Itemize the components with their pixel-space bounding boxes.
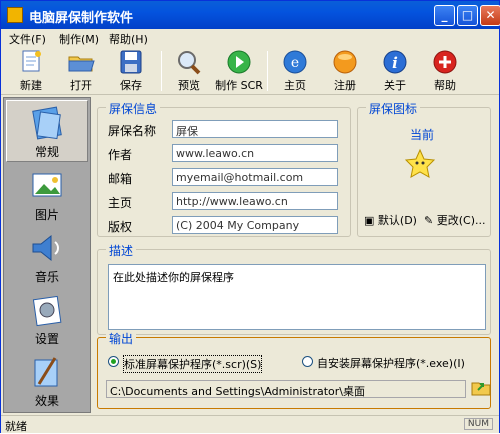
- field-label-homepage: 主页: [108, 196, 133, 210]
- app-window: 电脑屏保制作软件 _ □ ✕ 文件(F) 制作(M) 帮助(H) 新建 打开 保…: [0, 0, 500, 433]
- menu-help[interactable]: 帮助(H): [109, 31, 148, 47]
- change-icon-button[interactable]: ✎ 更改(C)...: [424, 212, 485, 228]
- current-icon-preview: [404, 148, 436, 180]
- sidebar-item-general[interactable]: 常规: [6, 100, 88, 162]
- title-bar[interactable]: 电脑屏保制作软件 _ □ ✕: [1, 1, 500, 29]
- default-icon-button[interactable]: ▣ 默认(D): [364, 212, 417, 228]
- svg-text:i: i: [392, 54, 398, 72]
- window-title: 电脑屏保制作软件: [29, 11, 134, 26]
- toolbar-new-button[interactable]: 新建: [7, 49, 55, 93]
- icon-group-title: 屏保图标: [366, 100, 421, 117]
- screensaver-icon-group: 屏保图标 当前 ▣ 默认(D) ✎ 更改(C)...: [357, 100, 491, 237]
- screensaver-info-group: 屏保信息 屏保名称 屏保 作者 www.leawo.cn 邮箱 myemail@…: [97, 100, 351, 237]
- toolbar: 新建 打开 保存 预览 制作 SCR e 主页 注册 i 关于 帮助: [1, 47, 499, 95]
- field-label-email: 邮箱: [108, 172, 133, 186]
- settings-icon: [32, 295, 62, 327]
- description-group-title: 描述: [106, 242, 137, 259]
- toolbar-home-button[interactable]: e 主页: [271, 49, 319, 93]
- author-field[interactable]: www.leawo.cn: [172, 144, 338, 162]
- menu-bar: 文件(F) 制作(M) 帮助(H): [1, 29, 499, 47]
- output-group-title: 输出: [106, 330, 137, 347]
- toolbar-separator: [267, 51, 268, 91]
- toolbar-register-button[interactable]: 注册: [321, 49, 369, 93]
- radio-self-install-exe[interactable]: [302, 356, 313, 367]
- radio-standard-scr-label[interactable]: 标准屏幕保护程序(*.scr)(S): [123, 355, 263, 373]
- close-button[interactable]: ✕: [480, 5, 500, 26]
- help-plus-icon: [433, 50, 457, 74]
- menu-file[interactable]: 文件(F): [9, 31, 46, 47]
- sidebar-item-music[interactable]: 音乐: [6, 226, 88, 288]
- sidebar-item-effects[interactable]: 效果: [6, 350, 88, 412]
- sidebar-item-settings[interactable]: 设置: [6, 288, 88, 350]
- svg-text:e: e: [291, 55, 299, 71]
- toolbar-help-button[interactable]: 帮助: [421, 49, 469, 93]
- status-text: 就绪: [5, 420, 27, 433]
- field-label-copyright: 版权: [108, 220, 133, 234]
- sidebar-item-pictures[interactable]: 图片: [6, 164, 88, 226]
- music-icon: [32, 234, 59, 262]
- toolbar-save-button[interactable]: 保存: [107, 49, 155, 93]
- change-icon-icon: ✎: [424, 214, 434, 227]
- pictures-icon: [32, 173, 62, 197]
- current-icon-label: 当前: [410, 128, 435, 142]
- maximize-button[interactable]: □: [457, 5, 478, 26]
- field-label-author: 作者: [108, 148, 133, 162]
- num-lock-indicator: NUM: [463, 418, 493, 430]
- status-bar: 就绪 NUM: [1, 415, 499, 433]
- toolbar-about-button[interactable]: i 关于: [371, 49, 419, 93]
- sidebar: 常规 图片 音乐 设置 效果: [3, 97, 91, 413]
- info-group-title: 屏保信息: [106, 100, 161, 117]
- toolbar-preview-button[interactable]: 预览: [165, 49, 213, 93]
- minimize-button[interactable]: _: [434, 5, 455, 26]
- new-doc-icon: [22, 50, 41, 72]
- effects-icon: [34, 357, 58, 387]
- general-icon: [32, 106, 62, 140]
- main-panel: 屏保信息 屏保名称 屏保 作者 www.leawo.cn 邮箱 myemail@…: [93, 97, 495, 413]
- browse-folder-icon[interactable]: [470, 376, 492, 398]
- toolbar-separator: [161, 51, 162, 91]
- app-icon: [7, 7, 23, 23]
- radio-self-install-exe-label[interactable]: 自安装屏幕保护程序(*.exe)(I): [317, 355, 465, 371]
- ie-globe-icon: e: [283, 50, 307, 74]
- output-path-field[interactable]: C:\Documents and Settings\Administrator\…: [106, 380, 466, 398]
- field-label-name: 屏保名称: [108, 124, 157, 138]
- menu-make[interactable]: 制作(M): [59, 31, 99, 47]
- star-icon: [404, 148, 436, 178]
- description-group: 描述 在此处描述你的屏保程序: [97, 242, 491, 335]
- magnifier-icon: [178, 51, 201, 75]
- description-textarea[interactable]: 在此处描述你的屏保程序: [108, 264, 486, 330]
- email-field[interactable]: myemail@hotmail.com: [172, 168, 338, 186]
- radio-standard-scr[interactable]: [108, 356, 119, 367]
- name-field[interactable]: 屏保: [172, 120, 338, 138]
- monitor-icon: ▣: [364, 214, 375, 227]
- save-disk-icon: [120, 50, 142, 74]
- info-icon: i: [383, 50, 407, 74]
- toolbar-make-scr-button[interactable]: 制作 SCR: [215, 49, 263, 93]
- toolbar-open-button[interactable]: 打开: [57, 49, 105, 93]
- copyright-field[interactable]: (C) 2004 My Company: [172, 216, 338, 234]
- orange-ball-icon: [333, 50, 357, 74]
- homepage-field[interactable]: http://www.leawo.cn: [172, 192, 338, 210]
- open-folder-icon: [68, 56, 95, 72]
- play-arrow-icon: [227, 50, 251, 74]
- output-group: 输出 标准屏幕保护程序(*.scr)(S) 自安装屏幕保护程序(*.exe)(I…: [97, 330, 492, 409]
